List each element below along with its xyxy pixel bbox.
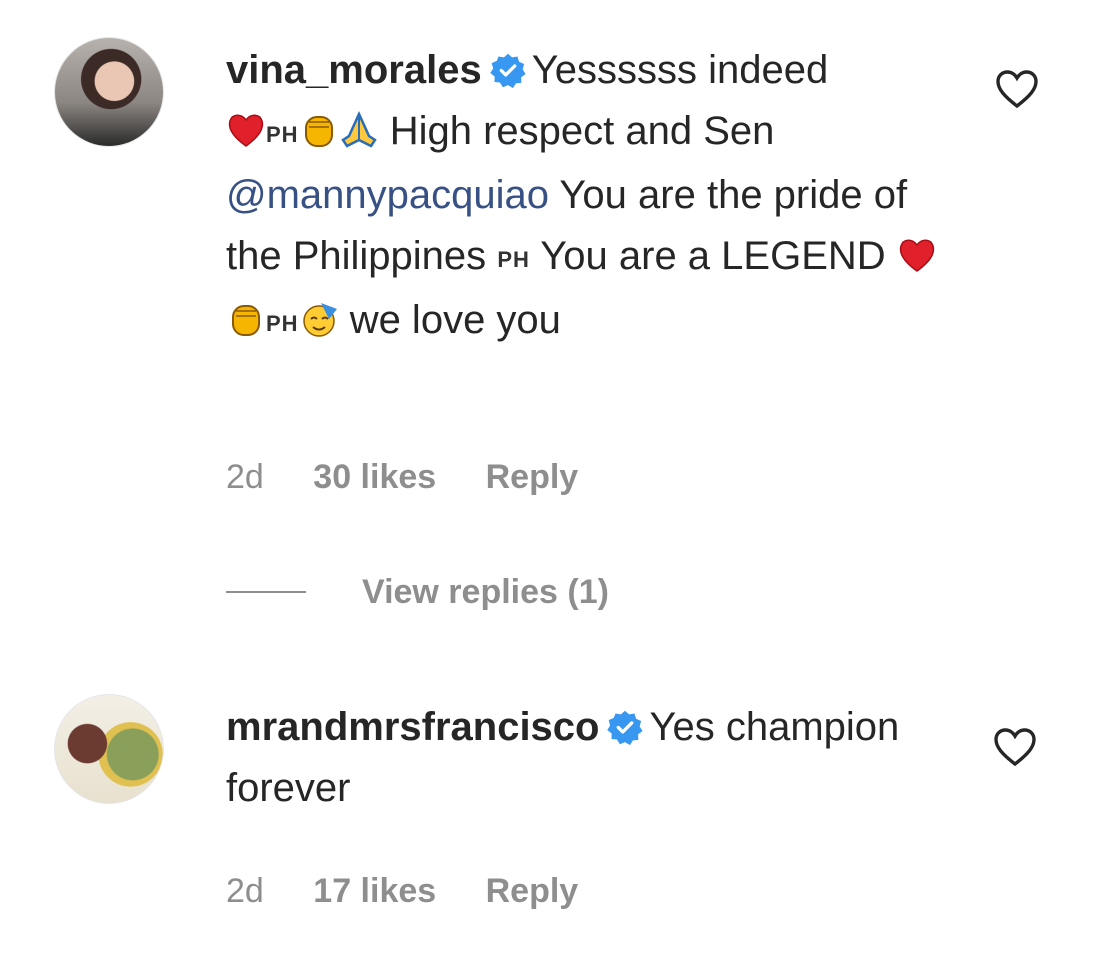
folded-hands-emoji <box>340 110 377 148</box>
reply-button[interactable]: Reply <box>486 458 579 496</box>
comment-text-d: You are a LEGEND <box>540 234 886 278</box>
comment-likes[interactable]: 17 likes <box>313 872 436 910</box>
avatar[interactable] <box>54 694 164 804</box>
view-replies-label: View replies (1) <box>362 572 609 611</box>
heart-outline-icon[interactable] <box>992 726 1038 768</box>
verified-badge-icon <box>607 710 644 745</box>
avatar[interactable] <box>54 37 164 147</box>
comment-timestamp[interactable]: 2d <box>226 458 264 496</box>
reply-button[interactable]: Reply <box>486 872 579 910</box>
comment-text: vina_morales Yessssss indeed PH High res… <box>226 40 956 354</box>
raised-fist-emoji <box>304 116 333 147</box>
red-heart-emoji <box>899 239 934 272</box>
raised-fist-emoji <box>232 305 260 336</box>
flag-ph-emoji: PH <box>266 122 299 147</box>
heart-outline-icon[interactable] <box>994 68 1040 110</box>
comment-likes[interactable]: 30 likes <box>313 458 436 496</box>
comment-meta: 2d 17 likes Reply <box>226 872 618 911</box>
comment-text: mrandmrsfrancisco Yes champion forever <box>226 697 956 819</box>
flag-ph-emoji: PH <box>497 247 530 272</box>
comment-meta: 2d 30 likes Reply <box>226 458 618 497</box>
divider <box>226 591 306 593</box>
partying-face-emoji <box>302 303 337 337</box>
comment-text-e: we love you <box>349 298 561 342</box>
verified-badge-icon <box>489 53 526 88</box>
flag-ph-emoji: PH <box>266 311 299 336</box>
red-heart-emoji <box>228 114 264 147</box>
comment-timestamp[interactable]: 2d <box>226 872 264 910</box>
comment-text-a: Yessssss indeed <box>531 48 829 92</box>
mention-link[interactable]: @mannypacquiao <box>226 173 549 217</box>
comment-text-b: High respect and Sen <box>389 109 775 153</box>
comment-username[interactable]: vina_morales <box>226 48 482 92</box>
view-replies-button[interactable]: View replies (1) <box>226 572 609 612</box>
comment-username[interactable]: mrandmrsfrancisco <box>226 705 599 749</box>
